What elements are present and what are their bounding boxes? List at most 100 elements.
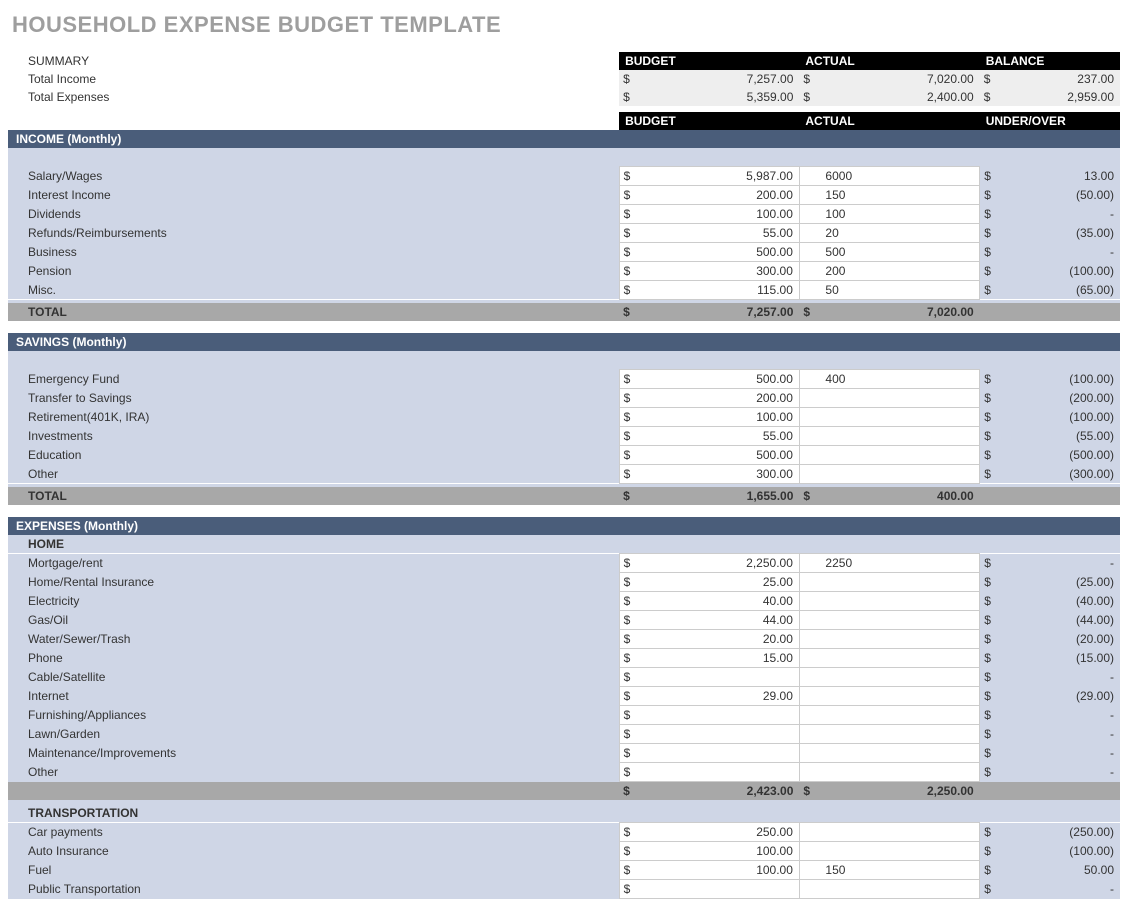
budget-cell[interactable]: 44.00 — [639, 611, 799, 630]
actual-cell[interactable] — [819, 687, 979, 706]
actual-cell[interactable] — [819, 744, 979, 763]
actual-cell[interactable]: 500 — [819, 242, 979, 261]
actual-cell[interactable] — [819, 573, 979, 592]
underover-cell: 13.00 — [1000, 166, 1120, 185]
budget-cell[interactable]: 200.00 — [639, 388, 799, 407]
actual-cell-sym — [799, 554, 819, 573]
actual-cell[interactable]: 100 — [819, 204, 979, 223]
budget-cell[interactable]: 40.00 — [639, 592, 799, 611]
budget-cell[interactable]: 2,250.00 — [639, 554, 799, 573]
row-label: Car payments — [8, 823, 619, 842]
actual-cell[interactable]: 150 — [819, 185, 979, 204]
budget-cell[interactable]: 20.00 — [639, 630, 799, 649]
actual-cell[interactable] — [819, 763, 979, 782]
currency-sym: $ — [619, 725, 639, 744]
underover-cell: - — [1000, 204, 1120, 223]
actual-cell[interactable] — [819, 880, 979, 899]
currency-sym: $ — [619, 369, 639, 388]
row-label: Internet — [8, 687, 619, 706]
budget-cell[interactable]: 100.00 — [639, 861, 799, 880]
actual-cell-sym — [799, 464, 819, 483]
budget-cell[interactable]: 55.00 — [639, 223, 799, 242]
currency-sym: $ — [980, 649, 1000, 668]
actual-cell[interactable] — [819, 706, 979, 725]
row-label: Other — [8, 464, 619, 483]
section-total-actual: 7,020.00 — [819, 303, 979, 321]
row-label: Business — [8, 242, 619, 261]
budget-cell[interactable]: 100.00 — [639, 204, 799, 223]
summary-row-label: Total Expenses — [8, 88, 619, 106]
currency-sym: $ — [980, 861, 1000, 880]
actual-cell[interactable] — [819, 823, 979, 842]
budget-cell[interactable]: 200.00 — [639, 185, 799, 204]
budget-cell[interactable] — [639, 668, 799, 687]
actual-cell[interactable] — [819, 725, 979, 744]
row-label: Cable/Satellite — [8, 668, 619, 687]
actual-cell[interactable]: 6000 — [819, 166, 979, 185]
budget-cell[interactable]: 55.00 — [639, 426, 799, 445]
col-header-underover: UNDER/OVER — [980, 112, 1120, 130]
actual-cell[interactable] — [819, 842, 979, 861]
budget-cell[interactable]: 500.00 — [639, 369, 799, 388]
actual-cell-sym — [799, 687, 819, 706]
budget-cell[interactable]: 115.00 — [639, 280, 799, 299]
budget-cell[interactable]: 15.00 — [639, 649, 799, 668]
row-label: Water/Sewer/Trash — [8, 630, 619, 649]
budget-cell[interactable]: 500.00 — [639, 242, 799, 261]
budget-cell[interactable]: 300.00 — [639, 261, 799, 280]
actual-cell[interactable] — [819, 388, 979, 407]
currency-sym: $ — [619, 763, 639, 782]
budget-cell[interactable]: 25.00 — [639, 573, 799, 592]
actual-cell[interactable]: 400 — [819, 369, 979, 388]
underover-cell: - — [1000, 668, 1120, 687]
actual-cell[interactable]: 20 — [819, 223, 979, 242]
actual-cell[interactable]: 2250 — [819, 554, 979, 573]
actual-cell[interactable]: 150 — [819, 861, 979, 880]
actual-cell[interactable] — [819, 668, 979, 687]
budget-cell[interactable] — [639, 763, 799, 782]
budget-cell[interactable]: 300.00 — [639, 464, 799, 483]
actual-cell[interactable] — [819, 445, 979, 464]
section-total-budget: 7,257.00 — [639, 303, 799, 321]
summary-budget: 7,257.00 — [639, 70, 799, 88]
currency-sym: $ — [980, 744, 1000, 763]
actual-cell[interactable] — [819, 611, 979, 630]
actual-cell[interactable]: 200 — [819, 261, 979, 280]
actual-cell-sym — [799, 166, 819, 185]
actual-cell[interactable] — [819, 630, 979, 649]
actual-cell[interactable] — [819, 649, 979, 668]
currency-sym: $ — [799, 88, 819, 106]
underover-cell: (100.00) — [1000, 407, 1120, 426]
underover-cell: 50.00 — [1000, 861, 1120, 880]
actual-cell[interactable] — [819, 426, 979, 445]
col-header-actual-2: ACTUAL — [799, 112, 979, 130]
budget-cell[interactable] — [639, 725, 799, 744]
budget-cell[interactable]: 100.00 — [639, 407, 799, 426]
currency-sym: $ — [619, 261, 639, 280]
underover-cell: - — [1000, 242, 1120, 261]
budget-cell[interactable]: 500.00 — [639, 445, 799, 464]
row-label: Maintenance/Improvements — [8, 744, 619, 763]
actual-cell-sym — [799, 388, 819, 407]
underover-cell: (55.00) — [1000, 426, 1120, 445]
actual-cell-sym — [799, 369, 819, 388]
budget-cell[interactable]: 29.00 — [639, 687, 799, 706]
currency-sym: $ — [980, 687, 1000, 706]
currency-sym: $ — [980, 204, 1000, 223]
budget-cell[interactable] — [639, 880, 799, 899]
section-total-actual: 400.00 — [819, 487, 979, 505]
section-header: SAVINGS (Monthly) — [8, 333, 1120, 351]
actual-cell[interactable]: 50 — [819, 280, 979, 299]
currency-sym: $ — [619, 687, 639, 706]
budget-cell[interactable] — [639, 706, 799, 725]
summary-row-label: Total Income — [8, 70, 619, 88]
budget-cell[interactable]: 250.00 — [639, 823, 799, 842]
budget-cell[interactable]: 100.00 — [639, 842, 799, 861]
actual-cell[interactable] — [819, 592, 979, 611]
budget-cell[interactable]: 5,987.00 — [639, 166, 799, 185]
budget-cell[interactable] — [639, 744, 799, 763]
currency-sym: $ — [619, 880, 639, 899]
underover-cell: - — [1000, 880, 1120, 899]
actual-cell[interactable] — [819, 464, 979, 483]
actual-cell[interactable] — [819, 407, 979, 426]
